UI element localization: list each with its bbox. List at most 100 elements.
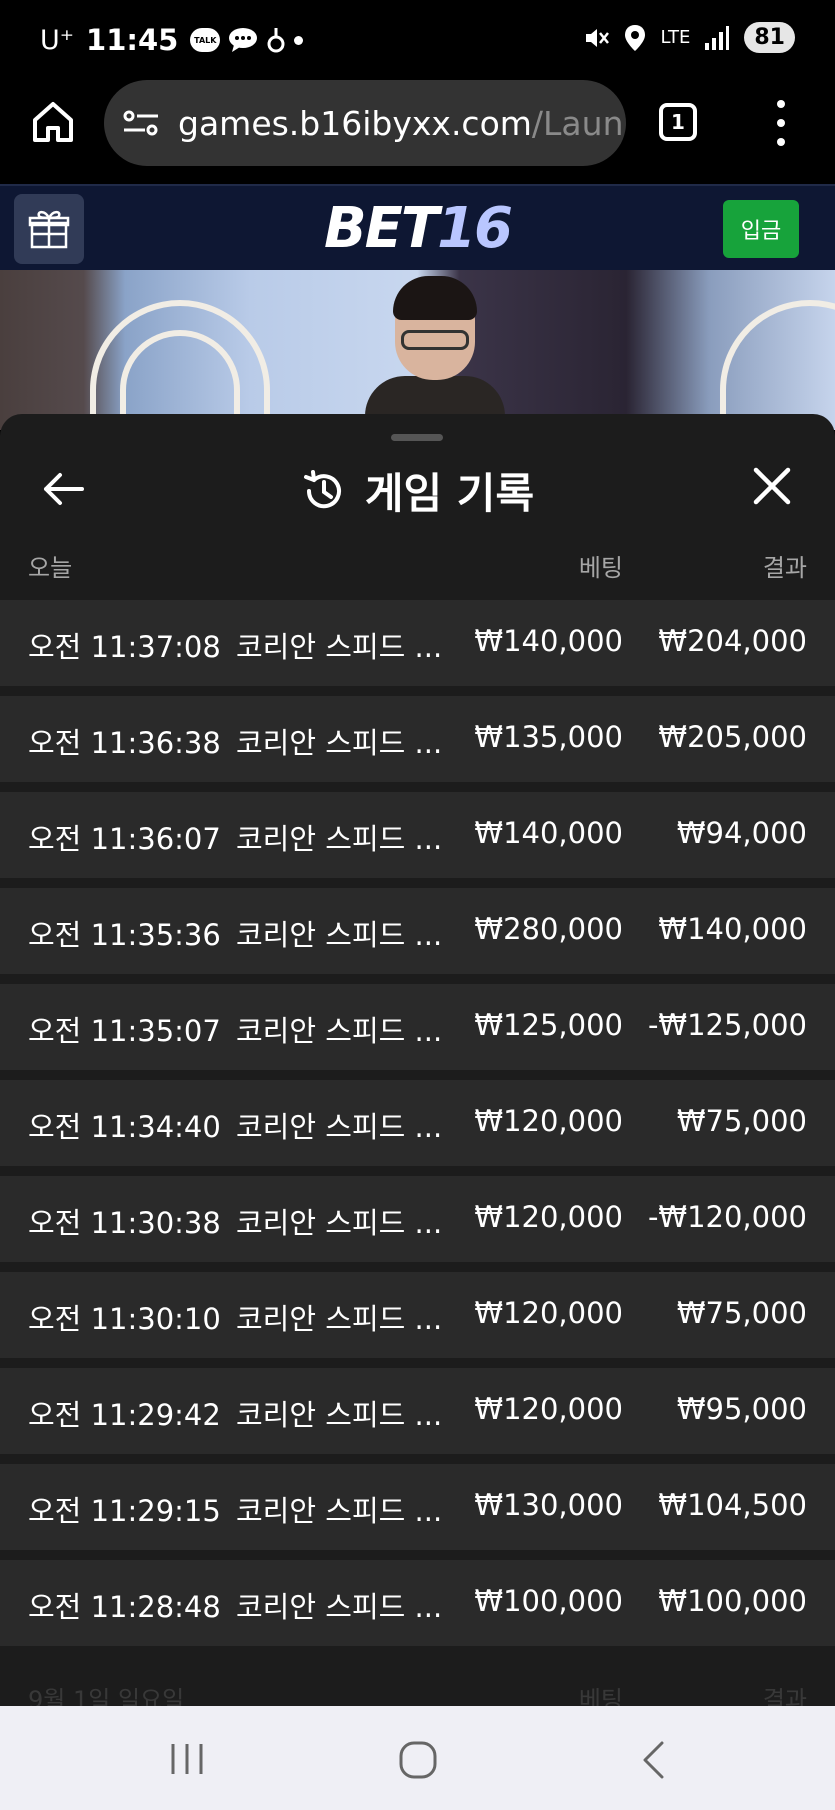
row-result: ₩140,000 bbox=[658, 912, 807, 946]
row-game: 코리안 스피드 ... bbox=[236, 822, 443, 856]
next-day-group-header: 9월 1일 일요일 베팅 결과 bbox=[0, 1670, 835, 1706]
location-icon bbox=[625, 24, 646, 51]
drag-handle[interactable] bbox=[391, 434, 443, 441]
deposit-button[interactable]: 입금 bbox=[723, 200, 799, 258]
row-game: 코리안 스피드 ... bbox=[236, 1014, 443, 1048]
history-row[interactable]: 오전 11:35:07 코리안 스피드 ... ₩125,000 -₩125,000 bbox=[0, 984, 835, 1070]
history-row[interactable]: 오전 11:36:07 코리안 스피드 ... ₩140,000 ₩94,000 bbox=[0, 792, 835, 878]
row-bet: ₩100,000 bbox=[474, 1584, 623, 1618]
status-left: U⁺ 11:45 TALK bbox=[40, 23, 304, 57]
row-game: 코리안 스피드 ... bbox=[236, 1494, 443, 1528]
row-result: ₩204,000 bbox=[658, 624, 807, 658]
chat-bubble-icon bbox=[229, 28, 258, 52]
row-game: 코리안 스피드 ... bbox=[236, 726, 443, 760]
status-bar: U⁺ 11:45 TALK LTE 81 bbox=[0, 0, 835, 80]
row-bet: ₩135,000 bbox=[474, 720, 623, 754]
row-result: ₩104,500 bbox=[658, 1488, 807, 1522]
result-column-header: 결과 bbox=[762, 554, 807, 582]
history-row[interactable]: 오전 11:34:40 코리안 스피드 ... ₩120,000 ₩75,000 bbox=[0, 1080, 835, 1166]
url-path: /Laun bbox=[531, 103, 624, 143]
back-nav-icon[interactable] bbox=[636, 1740, 672, 1780]
site-settings-icon[interactable] bbox=[122, 108, 160, 138]
more-notifications-dot bbox=[294, 35, 304, 45]
history-row[interactable]: 오전 11:29:42 코리안 스피드 ... ₩120,000 ₩95,000 bbox=[0, 1368, 835, 1454]
row-game: 코리안 스피드 ... bbox=[236, 630, 443, 664]
row-bet: ₩125,000 bbox=[474, 1008, 623, 1042]
home-icon[interactable] bbox=[30, 98, 76, 144]
row-bet: ₩120,000 bbox=[474, 1392, 623, 1426]
row-game: 코리안 스피드 ... bbox=[236, 1206, 443, 1240]
live-video bbox=[0, 270, 835, 430]
address-bar[interactable]: games.b16ibyxx.com/Laun bbox=[104, 80, 626, 166]
day-group-header: 오늘 베팅 결과 bbox=[0, 534, 835, 596]
status-right: LTE 81 bbox=[582, 22, 795, 53]
system-nav-bar bbox=[0, 1706, 835, 1810]
history-row[interactable]: 오전 11:35:36 코리안 스피드 ... ₩280,000 ₩140,000 bbox=[0, 888, 835, 974]
bet-column-header: 베팅 bbox=[578, 554, 623, 582]
row-time: 오전 11:36:38 bbox=[28, 726, 221, 760]
site-header: BET16 입금 bbox=[0, 184, 835, 270]
history-row[interactable]: 오전 11:30:38 코리안 스피드 ... ₩120,000 -₩120,000 bbox=[0, 1176, 835, 1262]
row-bet: ₩120,000 bbox=[474, 1296, 623, 1330]
row-time: 오전 11:30:38 bbox=[28, 1206, 221, 1240]
row-result: ₩75,000 bbox=[676, 1296, 807, 1330]
row-time: 오전 11:34:40 bbox=[28, 1110, 221, 1144]
row-result: ₩94,000 bbox=[676, 816, 807, 850]
tab-switcher-button[interactable]: 1 bbox=[659, 103, 697, 141]
logo-text-number: 16 bbox=[437, 196, 513, 261]
app-notification-icon bbox=[267, 28, 285, 53]
row-game: 코리안 스피드 ... bbox=[236, 1302, 443, 1336]
history-icon bbox=[303, 469, 341, 508]
row-result: -₩125,000 bbox=[647, 1008, 807, 1042]
row-bet: ₩130,000 bbox=[474, 1488, 623, 1522]
close-icon[interactable] bbox=[752, 466, 792, 506]
row-game: 코리안 스피드 ... bbox=[236, 1110, 443, 1144]
history-row[interactable]: 오전 11:29:15 코리안 스피드 ... ₩130,000 ₩104,500 bbox=[0, 1464, 835, 1550]
row-time: 오전 11:35:07 bbox=[28, 1014, 221, 1048]
signal-icon bbox=[705, 25, 730, 50]
site-logo[interactable]: BET16 bbox=[0, 196, 835, 261]
carrier-label: U⁺ bbox=[40, 24, 75, 56]
row-game: 코리안 스피드 ... bbox=[236, 918, 443, 952]
next-result-header: 결과 bbox=[762, 1686, 807, 1706]
battery-indicator: 81 bbox=[744, 22, 795, 53]
row-time: 오전 11:37:08 bbox=[28, 630, 221, 664]
day-label: 오늘 bbox=[28, 554, 73, 582]
row-bet: ₩140,000 bbox=[474, 624, 623, 658]
history-row[interactable]: 오전 11:28:48 코리안 스피드 ... ₩100,000 ₩100,000 bbox=[0, 1560, 835, 1646]
row-time: 오전 11:30:10 bbox=[28, 1302, 221, 1336]
next-bet-header: 베팅 bbox=[578, 1686, 623, 1706]
browser-toolbar: games.b16ibyxx.com/Laun 1 bbox=[0, 80, 835, 184]
url-domain: games.b16ibyxx.com bbox=[178, 103, 532, 143]
dealer-image bbox=[365, 276, 505, 430]
row-result: ₩205,000 bbox=[658, 720, 807, 754]
row-result: ₩100,000 bbox=[658, 1584, 807, 1618]
url-text: games.b16ibyxx.com/Laun bbox=[178, 104, 623, 143]
row-game: 코리안 스피드 ... bbox=[236, 1398, 443, 1432]
history-row[interactable]: 오전 11:30:10 코리안 스피드 ... ₩120,000 ₩75,000 bbox=[0, 1272, 835, 1358]
row-bet: ₩280,000 bbox=[474, 912, 623, 946]
sheet-title: 게임 기록 bbox=[0, 460, 835, 521]
kakaotalk-icon: TALK bbox=[190, 28, 221, 52]
row-bet: ₩140,000 bbox=[474, 816, 623, 850]
recent-apps-icon[interactable] bbox=[168, 1740, 206, 1778]
history-row[interactable]: 오전 11:37:08 코리안 스피드 ... ₩140,000 ₩204,000 bbox=[0, 600, 835, 686]
game-history-sheet: 게임 기록 오늘 베팅 결과 오전 11:37:08 코리안 스피드 ... ₩14… bbox=[0, 414, 835, 1706]
history-list: 오전 11:37:08 코리안 스피드 ... ₩140,000 ₩204,000 오… bbox=[0, 600, 835, 1656]
history-row[interactable]: 오전 11:36:38 코리안 스피드 ... ₩135,000 ₩205,000 bbox=[0, 696, 835, 782]
home-nav-icon[interactable] bbox=[398, 1740, 438, 1780]
row-result: -₩120,000 bbox=[647, 1200, 807, 1234]
lte-indicator: LTE bbox=[660, 27, 691, 48]
row-time: 오전 11:29:15 bbox=[28, 1494, 221, 1528]
row-time: 오전 11:35:36 bbox=[28, 918, 221, 952]
row-bet: ₩120,000 bbox=[474, 1104, 623, 1138]
row-bet: ₩120,000 bbox=[474, 1200, 623, 1234]
row-result: ₩75,000 bbox=[676, 1104, 807, 1138]
row-result: ₩95,000 bbox=[676, 1392, 807, 1426]
browser-menu-icon[interactable] bbox=[770, 100, 792, 146]
sheet-title-text: 게임 기록 bbox=[364, 469, 535, 518]
notification-icons: TALK bbox=[190, 26, 304, 54]
row-time: 오전 11:36:07 bbox=[28, 822, 221, 856]
row-game: 코리안 스피드 ... bbox=[236, 1590, 443, 1624]
mute-icon bbox=[586, 28, 610, 47]
